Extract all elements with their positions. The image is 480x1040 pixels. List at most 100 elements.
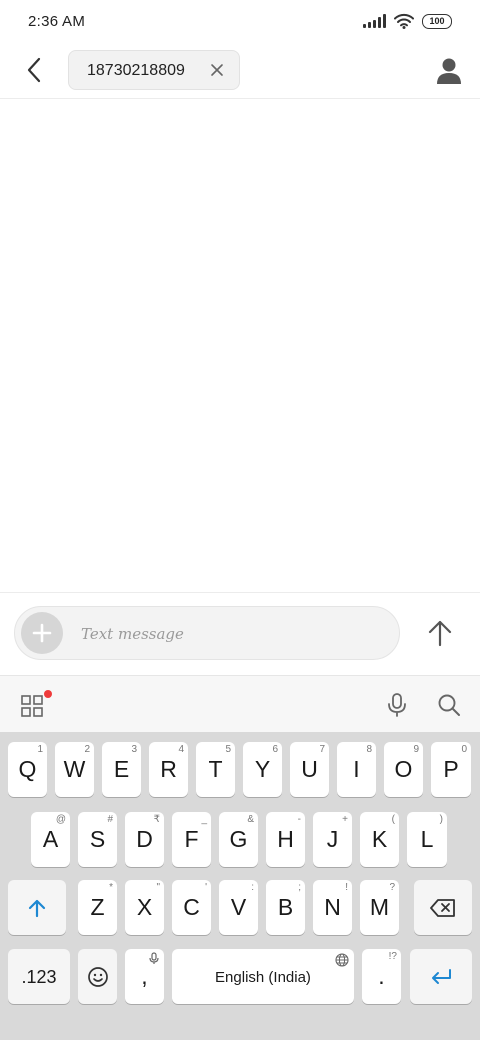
enter-key[interactable] (410, 949, 472, 1004)
key-m[interactable]: ? M (360, 880, 399, 935)
battery-icon: 100 (422, 13, 452, 29)
keyboard-toolbar (0, 675, 480, 733)
recipient-chip[interactable]: 18730218809 (68, 50, 240, 90)
period-label: . (378, 963, 385, 989)
key-label: P (443, 756, 459, 782)
key-q[interactable]: 1Q (8, 742, 47, 797)
key-t[interactable]: 5T (196, 742, 235, 797)
key-sub: : (251, 882, 254, 893)
contact-icon[interactable] (434, 56, 464, 86)
numbers-key[interactable]: .123 (8, 949, 70, 1004)
key-g[interactable]: & G (219, 812, 258, 867)
key-sub: ' (205, 882, 207, 893)
key-label: L (420, 826, 434, 852)
numbers-key-label: .123 (21, 967, 57, 987)
conversation-area (0, 99, 480, 591)
key-label: V (230, 894, 247, 920)
key-sub: * (109, 882, 113, 893)
recipient-number: 18730218809 (87, 62, 185, 79)
message-input[interactable]: Text message (14, 606, 400, 660)
key-d[interactable]: ₹ D (125, 812, 164, 867)
key-sub: ₹ (153, 814, 160, 825)
key-s[interactable]: # S (78, 812, 117, 867)
key-label: S (89, 826, 106, 852)
key-c[interactable]: ' C (172, 880, 211, 935)
key-z[interactable]: * Z (78, 880, 117, 935)
enter-key-content (410, 949, 472, 1004)
key-label: D (136, 826, 153, 852)
key-e[interactable]: 3E (102, 742, 141, 797)
shift-key-content (8, 880, 66, 935)
key-label: U (301, 756, 318, 782)
key-a[interactable]: @ A (31, 812, 70, 867)
key-label: F (184, 826, 199, 852)
key-sub: ! (345, 882, 348, 893)
key-l[interactable]: ) L (407, 812, 447, 867)
backspace-key[interactable] (414, 880, 472, 935)
key-label: B (277, 894, 294, 920)
shift-key[interactable] (8, 880, 66, 935)
keyboard: 1Q 2W 3E 4R 5T 6Y 7U 8I 9O 0P @ A # S ₹ D _… (0, 732, 480, 1040)
key-y[interactable]: 6Y (243, 742, 282, 797)
status-bar: 2:36 AM 100 (0, 0, 480, 44)
add-attachment-button[interactable] (21, 612, 63, 654)
key-v[interactable]: :V (219, 880, 258, 935)
key-sub: + (342, 814, 348, 825)
emoji-key-content (78, 949, 117, 1004)
comma-label: , (141, 963, 148, 989)
key-label: J (326, 826, 339, 852)
status-icons: 100 (363, 13, 452, 29)
apps-grid-icon[interactable] (20, 694, 44, 718)
key-label: G (229, 826, 248, 852)
plus-icon (32, 623, 52, 643)
spacebar[interactable]: English (India) (172, 949, 354, 1004)
key-r[interactable]: 4R (149, 742, 188, 797)
key-label: M (369, 894, 390, 920)
period-sub: !? (388, 951, 397, 962)
comma-key[interactable]: , (125, 949, 164, 1004)
key-label: Z (90, 894, 105, 920)
key-sub: 8 (366, 744, 372, 755)
key-f[interactable]: _ F (172, 812, 211, 867)
backspace-icon (430, 898, 455, 917)
signal-icon (363, 14, 386, 28)
status-time: 2:36 AM (28, 13, 86, 30)
close-icon[interactable] (209, 62, 225, 78)
key-k[interactable]: (K (360, 812, 399, 867)
key-label: Y (254, 756, 271, 782)
period-key[interactable]: !? . (362, 949, 401, 1004)
key-h[interactable]: -H (266, 812, 305, 867)
key-i[interactable]: 8I (337, 742, 376, 797)
key-p[interactable]: 0P (431, 742, 471, 797)
key-x[interactable]: " X (125, 880, 164, 935)
key-label: R (160, 756, 177, 782)
back-button[interactable] (20, 54, 48, 86)
emoji-key[interactable] (78, 949, 117, 1004)
microphone-icon[interactable] (385, 692, 409, 718)
key-label: A (42, 826, 59, 852)
key-sub: 9 (413, 744, 419, 755)
key-u[interactable]: 7U (290, 742, 329, 797)
key-sub: 6 (272, 744, 278, 755)
key-label: N (324, 894, 341, 920)
key-sub: ? (389, 882, 395, 893)
key-sub: 5 (225, 744, 231, 755)
key-b[interactable]: ; B (266, 880, 305, 935)
key-sub: 1 (37, 744, 43, 755)
key-sub: 7 (319, 744, 325, 755)
key-label: O (394, 756, 413, 782)
message-placeholder: Text message (81, 625, 184, 643)
key-sub: _ (201, 814, 207, 825)
key-o[interactable]: 9O (384, 742, 423, 797)
key-sub: & (247, 814, 254, 825)
key-sub: 0 (461, 744, 467, 755)
key-j[interactable]: + J (313, 812, 352, 867)
key-label: K (371, 826, 388, 852)
key-sub: 2 (84, 744, 90, 755)
key-w[interactable]: 2W (55, 742, 94, 797)
key-label: X (136, 894, 153, 920)
key-n[interactable]: ! N (313, 880, 352, 935)
send-arrow-icon[interactable] (424, 617, 456, 649)
search-icon[interactable] (436, 692, 462, 718)
key-label: E (113, 756, 130, 782)
